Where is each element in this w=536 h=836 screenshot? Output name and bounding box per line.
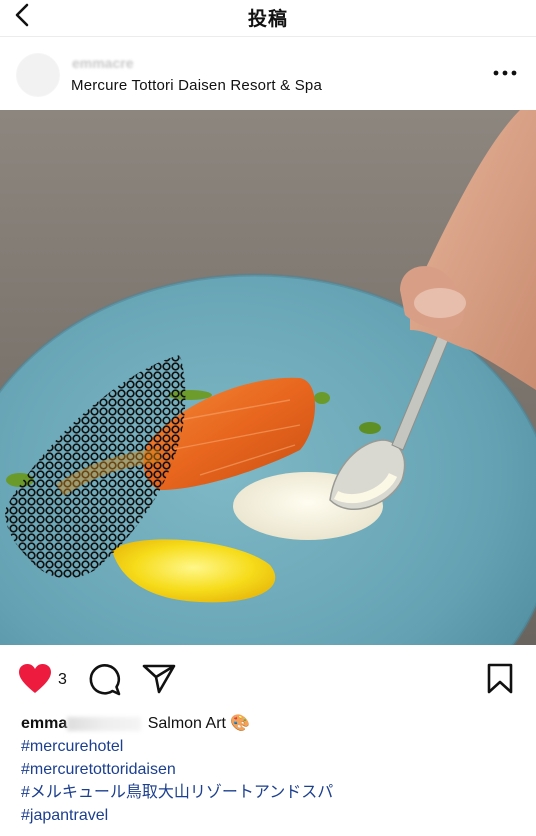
- post-username[interactable]: emmacre: [72, 55, 134, 71]
- more-options-button[interactable]: [492, 63, 518, 83]
- heart-icon: [19, 664, 51, 693]
- post-action-bar: 3: [0, 655, 536, 705]
- comment-button[interactable]: [88, 663, 122, 702]
- username-redaction: [67, 716, 142, 731]
- hashtag-link[interactable]: #mercurehotel: [21, 735, 521, 758]
- share-icon: [142, 664, 176, 694]
- top-navigation-bar: 投稿: [0, 0, 536, 37]
- avatar[interactable]: [16, 53, 60, 97]
- comment-icon: [89, 664, 121, 696]
- bookmark-button[interactable]: [486, 663, 514, 700]
- page-title: 投稿: [247, 9, 288, 30]
- salmon-dish-image: [0, 110, 536, 645]
- like-count[interactable]: 3: [58, 671, 67, 689]
- hashtag-link[interactable]: #japantravel: [21, 804, 521, 827]
- caption-username[interactable]: emma: [21, 715, 67, 732]
- post-photo[interactable]: [0, 110, 536, 645]
- post-caption: emma Salmon Art 🎨 #mercurehotel #mercure…: [21, 712, 521, 827]
- post-location[interactable]: Mercure Tottori Daisen Resort & Spa: [71, 77, 322, 94]
- share-button[interactable]: [142, 663, 176, 700]
- hashtag-link[interactable]: #mercuretottoridaisen: [21, 758, 521, 781]
- post-header: emmacre Mercure Tottori Daisen Resort & …: [0, 37, 536, 109]
- hashtag-link[interactable]: #メルキュール鳥取大山リゾートアンドスパ: [21, 781, 521, 804]
- bookmark-icon: [487, 663, 513, 694]
- more-dots-icon: [493, 70, 517, 76]
- like-button[interactable]: [18, 663, 52, 700]
- caption-text: Salmon Art 🎨: [147, 715, 251, 732]
